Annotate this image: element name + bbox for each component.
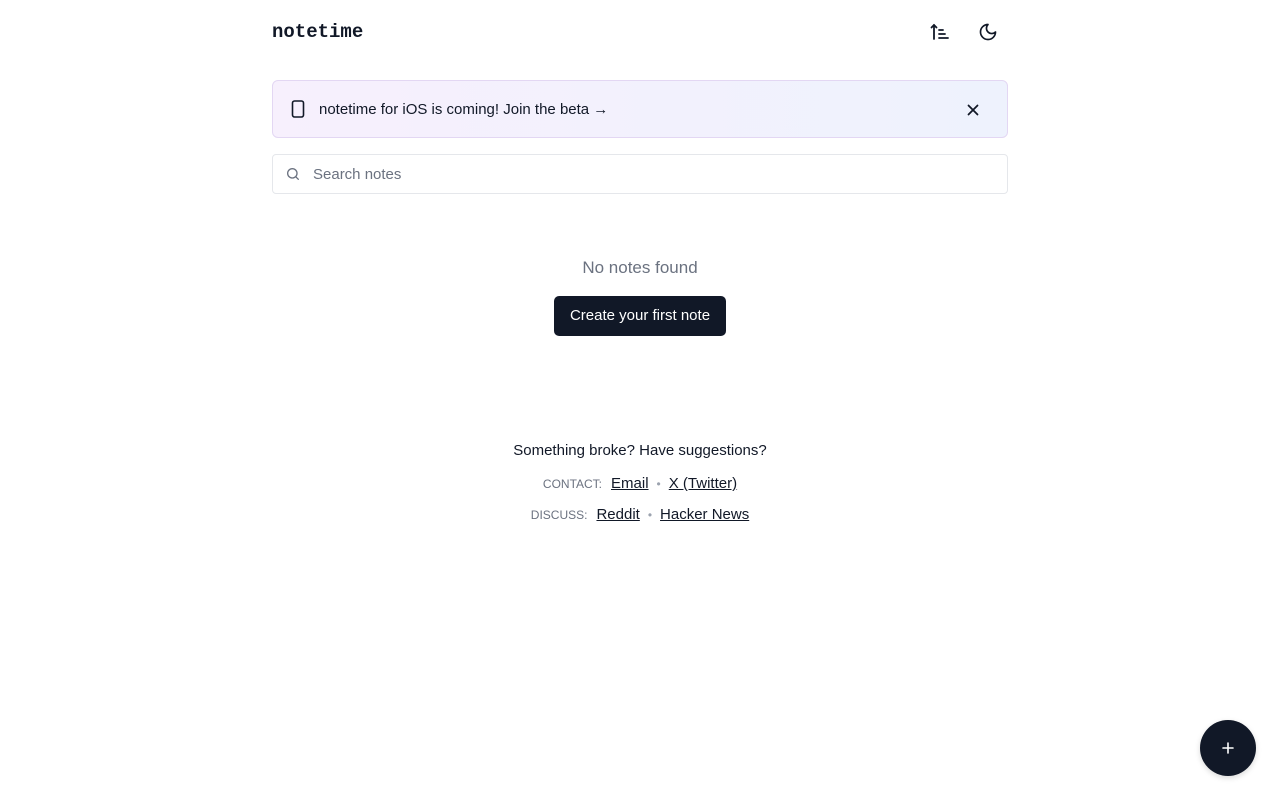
hacker-news-link[interactable]: Hacker News — [660, 506, 749, 523]
ios-beta-banner: notetime for iOS is coming! Join the bet… — [272, 80, 1008, 138]
contact-label: CONTACT: — [542, 476, 603, 491]
reddit-link[interactable]: Reddit — [596, 506, 639, 523]
banner-link[interactable]: notetime for iOS is coming! Join the bet… — [319, 101, 608, 118]
phone-icon — [291, 100, 305, 118]
footer-question: Something broke? Have suggestions? — [513, 442, 767, 459]
footer-contact-row: CONTACT: Email • X (Twitter) — [272, 475, 1008, 492]
search-bar — [272, 154, 1008, 194]
moon-icon — [979, 23, 997, 41]
footer: Something broke? Have suggestions? CONTA… — [272, 442, 1008, 523]
close-icon — [967, 104, 979, 116]
search-icon — [287, 168, 299, 180]
search-input[interactable] — [313, 165, 993, 183]
discuss-label: DISCUSS: — [530, 507, 588, 522]
twitter-link[interactable]: X (Twitter) — [669, 475, 737, 492]
main-container: notetime notetime for iOS is coming! Joi… — [272, 0, 1008, 523]
footer-discuss-row: DISCUSS: Reddit • Hacker News — [272, 506, 1008, 523]
sort-ascending-icon — [930, 23, 949, 40]
separator-dot: • — [656, 476, 661, 491]
banner-close-button[interactable] — [963, 100, 983, 120]
theme-toggle-button[interactable] — [976, 20, 1000, 44]
sort-button[interactable] — [928, 20, 952, 44]
header-actions — [928, 20, 1000, 44]
app-title: notetime — [272, 21, 364, 43]
empty-state: No notes found Create your first note — [272, 258, 1008, 336]
separator-dot: • — [647, 507, 653, 522]
create-first-note-button[interactable]: Create your first note — [553, 296, 727, 336]
empty-state-message: No notes found — [582, 258, 698, 277]
email-link[interactable]: Email — [611, 475, 649, 492]
plus-icon — [1222, 742, 1234, 754]
header: notetime — [272, 0, 1008, 64]
new-note-fab[interactable] — [1200, 720, 1256, 776]
